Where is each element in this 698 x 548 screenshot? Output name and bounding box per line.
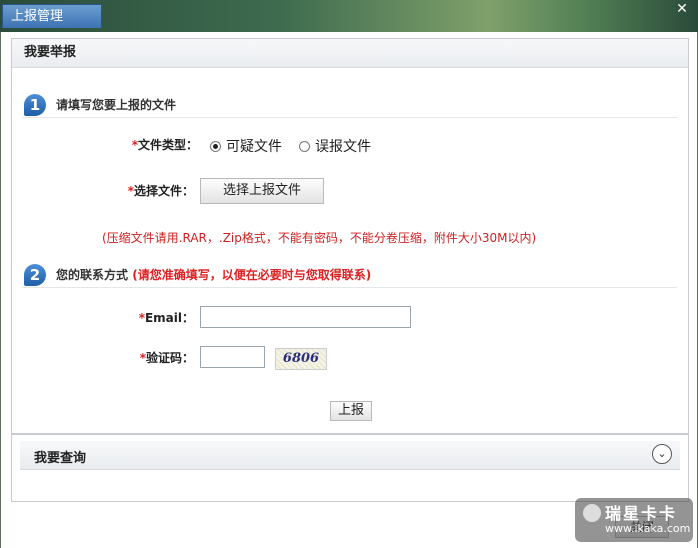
file-format-note: (压缩文件请用.RAR，.Zip格式，不能有密码，不能分卷压缩，附件大小30M以… bbox=[102, 231, 537, 245]
query-panel: 我要查询 ⌄ bbox=[11, 434, 689, 502]
step2-number-icon: 2 bbox=[24, 264, 46, 286]
query-header[interactable]: 我要查询 ⌄ bbox=[20, 441, 680, 470]
title-bar: 上报管理 ✕ bbox=[0, 0, 698, 32]
watermark-url: www.ikaka.com bbox=[605, 522, 691, 535]
query-heading: 我要查询 bbox=[34, 451, 87, 466]
step2-hint: (请您准确填写，以便在必要时与您取得联系) bbox=[132, 268, 372, 282]
radio-unchecked-icon[interactable] bbox=[299, 140, 310, 152]
watermark-badge: 瑞星卡卡 www.ikaka.com bbox=[575, 498, 693, 542]
step1-header: 1 请填写您要上报的文件 bbox=[22, 93, 677, 118]
report-panel: 我要举报 1 请填写您要上报的文件 *文件类型： 可疑文件 误报文件 *选择文件… bbox=[11, 38, 689, 434]
report-heading: 我要举报 bbox=[12, 39, 688, 68]
step2-header: 2 您的联系方式 (请您准确填写，以便在必要时与您取得联系) bbox=[22, 263, 677, 288]
watermark-brand: 瑞星卡卡 bbox=[605, 504, 678, 523]
captcha-label: *验证码： bbox=[139, 351, 194, 365]
chevron-down-icon[interactable]: ⌄ bbox=[652, 444, 672, 464]
file-type-label: *文件类型： bbox=[131, 138, 198, 152]
dialog-window: 我要举报 1 请填写您要上报的文件 *文件类型： 可疑文件 误报文件 *选择文件… bbox=[0, 32, 698, 548]
tab-report-management[interactable]: 上报管理 bbox=[2, 4, 102, 28]
submit-button[interactable]: 上报 bbox=[330, 401, 372, 421]
close-icon[interactable]: ✕ bbox=[672, 0, 692, 18]
radio-suspicious-file[interactable]: 可疑文件 bbox=[210, 136, 282, 156]
email-input[interactable] bbox=[200, 306, 411, 328]
step1-title: 请填写您要上报的文件 bbox=[56, 98, 177, 112]
choose-file-label: *选择文件： bbox=[127, 184, 194, 198]
step1-number-icon: 1 bbox=[24, 94, 46, 116]
captcha-image[interactable]: 6806 bbox=[275, 348, 327, 370]
choose-file-button[interactable]: 选择上报文件 bbox=[200, 178, 324, 204]
radio-checked-icon[interactable] bbox=[210, 140, 221, 152]
radio-false-positive-file[interactable]: 误报文件 bbox=[299, 136, 371, 156]
email-label: *Email： bbox=[138, 311, 194, 325]
captcha-input[interactable] bbox=[200, 346, 265, 368]
logo-icon bbox=[583, 504, 601, 522]
step2-title: 您的联系方式 (请您准确填写，以便在必要时与您取得联系) bbox=[56, 268, 372, 282]
